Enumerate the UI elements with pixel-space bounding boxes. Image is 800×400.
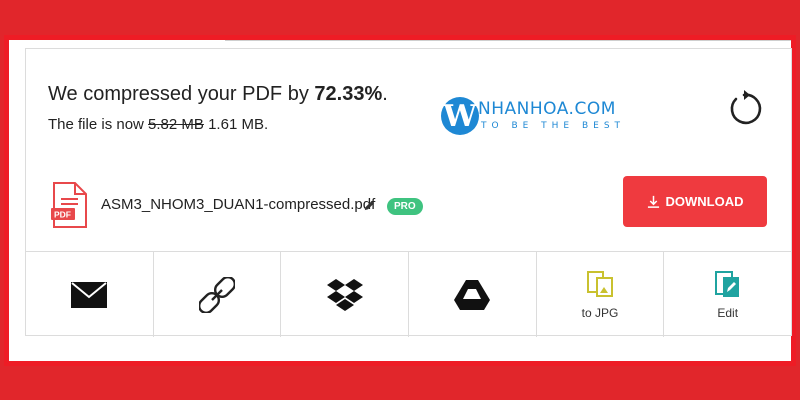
size-prefix: The file is now — [48, 116, 149, 133]
result-card: We compressed your PDF by 72.33%. The fi… — [25, 48, 792, 337]
old-size: 5.82 MB — [148, 116, 204, 133]
logo-mark: W — [441, 97, 479, 135]
file-size-summary: The file is now 5.82 MB 1.61 MB. — [48, 116, 268, 133]
dropbox-button[interactable] — [281, 252, 410, 337]
share-link-button[interactable] — [154, 252, 282, 337]
edit-button[interactable]: Edit — [664, 252, 791, 337]
title-suffix: . — [382, 83, 388, 105]
pencil-icon[interactable] — [363, 199, 376, 212]
download-label: DOWNLOAD — [665, 194, 744, 209]
google-drive-button[interactable] — [409, 252, 537, 337]
divider — [225, 40, 791, 41]
file-name: ASM3_NHOM3_DUAN1-compressed.pdf — [101, 196, 376, 213]
compression-result-title: We compressed your PDF by 72.33%. — [48, 83, 388, 106]
download-button[interactable]: DOWNLOAD — [623, 176, 767, 227]
compression-percent: 72.33% — [314, 83, 383, 105]
dropbox-icon — [326, 278, 363, 311]
download-icon — [647, 195, 659, 208]
title-prefix: We compressed your PDF by — [48, 83, 315, 105]
pro-badge: PRO — [387, 198, 423, 215]
to-jpg-button[interactable]: to JPG — [537, 252, 665, 337]
google-drive-icon — [454, 279, 491, 310]
restart-button[interactable] — [724, 89, 764, 129]
link-icon — [199, 276, 235, 313]
action-bar: to JPG Edit — [26, 251, 791, 337]
email-icon — [71, 281, 108, 308]
outer-frame: We compressed your PDF by 72.33%. The fi… — [4, 35, 796, 366]
restart-icon — [730, 90, 762, 125]
new-size: 1.61 MB — [208, 116, 264, 133]
size-suffix: . — [263, 116, 269, 133]
email-button[interactable] — [26, 252, 154, 337]
logo-tagline: TO BE THE BEST — [481, 121, 626, 131]
to-jpg-icon — [587, 270, 614, 297]
logo-name: NHANHOA.COM — [478, 99, 616, 119]
pdf-file-icon: PDF — [51, 182, 87, 228]
to-jpg-label: to JPG — [581, 305, 619, 320]
edit-label: Edit — [717, 305, 739, 320]
edit-pdf-icon — [714, 270, 739, 297]
nhanhoa-logo: W NHANHOA.COM TO BE THE BEST — [441, 97, 631, 137]
svg-text:PDF: PDF — [54, 210, 71, 220]
